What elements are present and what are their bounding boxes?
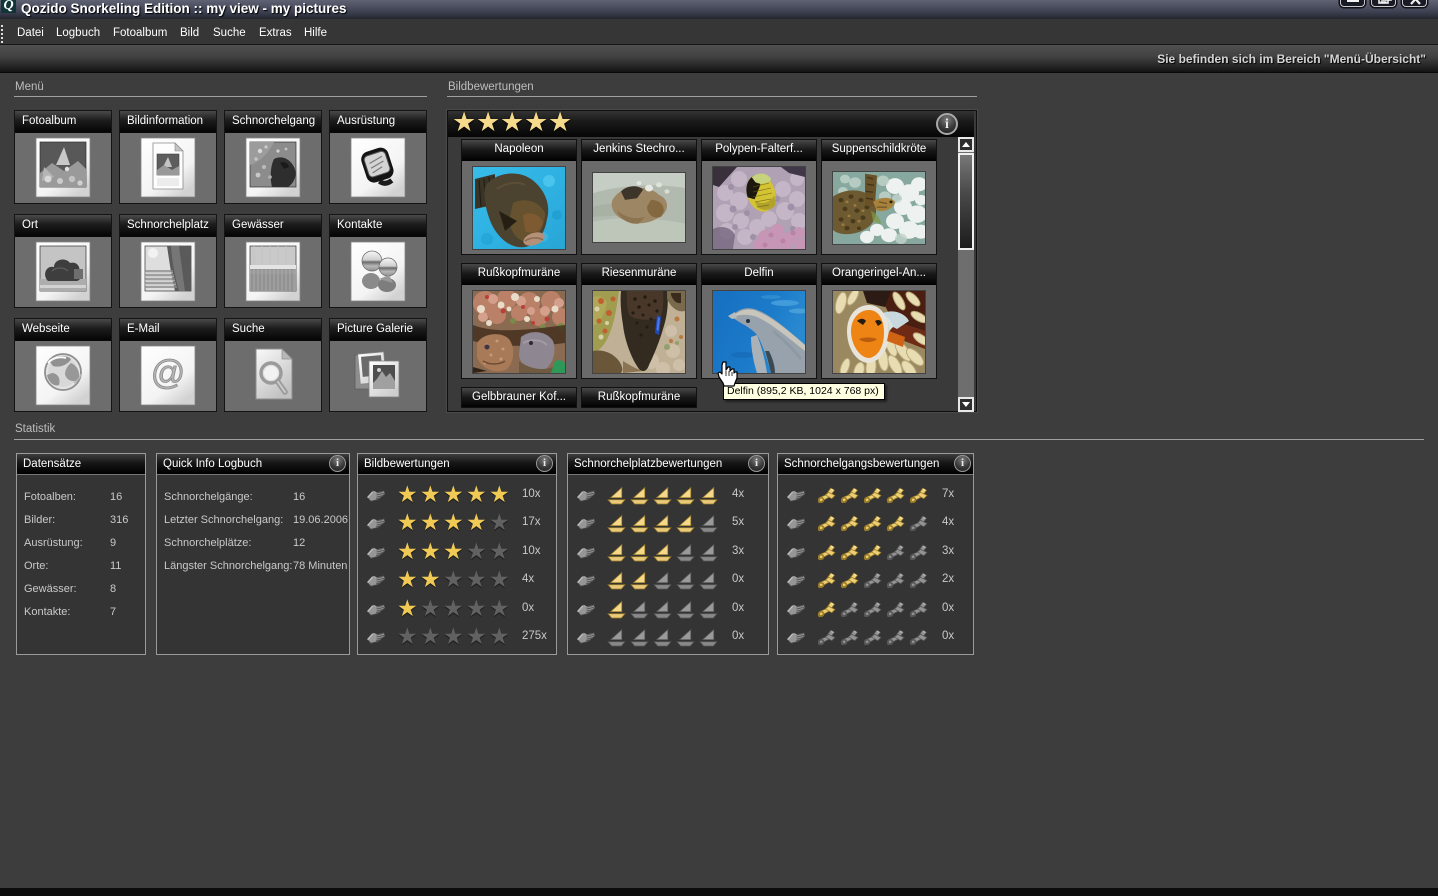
svg-text:@: @ — [151, 354, 186, 392]
